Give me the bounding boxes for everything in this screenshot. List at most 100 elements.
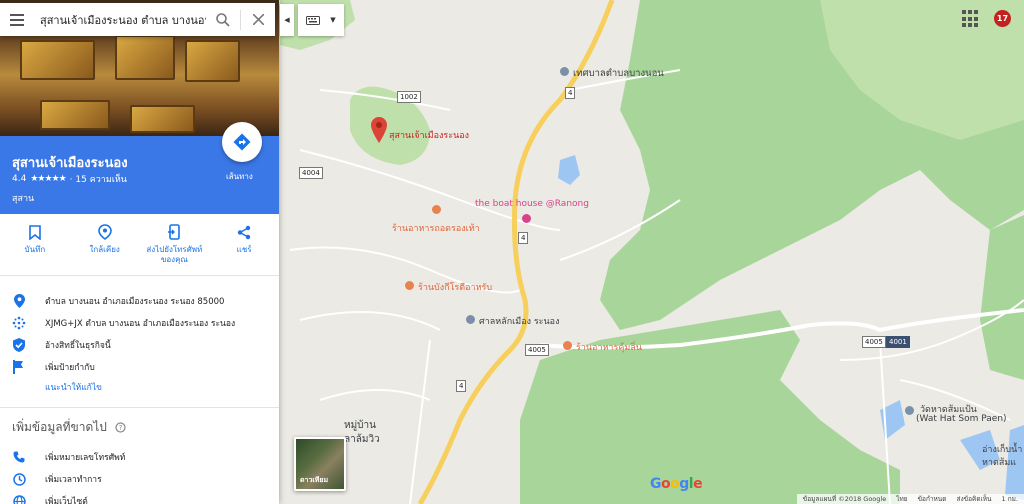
notifications-badge[interactable]: 17 — [994, 10, 1011, 27]
apps-grid-icon[interactable] — [962, 10, 980, 28]
rating-value: 4.4 — [12, 174, 27, 184]
place-category[interactable]: สุสาน — [12, 191, 34, 205]
save-button[interactable]: บันทึก — [0, 214, 70, 275]
send-to-phone-label: ส่งไปยังโทรศัพท์ ของคุณ — [146, 245, 203, 264]
verified-shield-icon — [12, 338, 26, 352]
restaurant-icon — [432, 205, 441, 214]
map-label-village-1[interactable]: หมู่บ้าน — [344, 418, 376, 433]
add-website-row[interactable]: เพิ่มเว็บไซต์ — [0, 490, 279, 504]
place-panel: สุสานเจ้าเมืองระนอง ตำบล บางนอน สุสานเจ้… — [0, 0, 279, 504]
close-icon[interactable] — [241, 3, 275, 36]
bookmark-icon — [27, 224, 43, 240]
feedback-link[interactable]: ส่งข้อคิดเห็น — [956, 494, 991, 504]
satellite-toggle[interactable]: ดาวเทียม — [294, 437, 346, 491]
road-shield: 4001 — [886, 336, 910, 348]
save-label: บันทึก — [24, 245, 46, 254]
svg-text:?: ? — [119, 424, 123, 432]
directions-label[interactable]: เส้นทาง — [226, 170, 253, 183]
phone-icon — [12, 450, 26, 464]
share-label: แชร์ — [236, 245, 252, 254]
nearby-icon — [97, 224, 113, 240]
directions-button[interactable] — [222, 122, 262, 162]
search-box: สุสานเจ้าเมืองระนอง ตำบล บางนอน — [0, 3, 275, 36]
info-section: ตำบล บางนอน อำเภอเมืองระนอง ระนอง 85000 … — [0, 290, 279, 398]
road-shield: 1002 — [397, 91, 421, 103]
claim-row[interactable]: อ้างสิทธิ์ในธุรกิจนี้ — [0, 334, 279, 356]
map-label-village-2[interactable]: ลาล้มวิว — [344, 432, 380, 447]
chevron-left-icon: ◀ — [284, 16, 290, 24]
place-title: สุสานเจ้าเมืองระนอง — [12, 156, 128, 171]
send-to-phone-icon — [166, 224, 182, 240]
add-hours-text: เพิ่มเวลาทำการ — [45, 475, 102, 485]
help-icon[interactable]: ? — [115, 422, 126, 433]
road-shield: 4 — [565, 87, 576, 99]
globe-icon — [12, 494, 26, 504]
map-pin-icon[interactable] — [371, 117, 387, 143]
label-row[interactable]: เพิ่มป้ายกำกับ — [0, 356, 279, 378]
search-icon[interactable] — [206, 3, 240, 36]
add-phone-text: เพิ่มหมายเลขโทรศัพท์ — [45, 453, 126, 463]
shrine-icon — [466, 315, 475, 324]
share-icon — [236, 224, 252, 240]
map-label-temple-en[interactable]: (Wat Hat Som Paen) — [916, 414, 1007, 424]
rating-stars: ★★★★★ — [30, 174, 66, 184]
location-pin-icon — [12, 294, 26, 308]
map-label-place[interactable]: สุสานเจ้าเมืองระนอง — [389, 128, 469, 142]
map-label-shrine[interactable]: ศาลหลักเมือง ระนอง — [479, 314, 559, 328]
photo-detail — [40, 100, 110, 130]
address-row[interactable]: ตำบล บางนอน อำเภอเมืองระนอง ระนอง 85000 — [0, 290, 279, 312]
missing-info-title: เพิ่มข้อมูลที่ขาดไป — [12, 420, 107, 434]
map-label-restaurant-3[interactable]: ร้านอาหารคุ้มลิ่น — [576, 340, 642, 354]
google-logo: Google — [650, 476, 703, 492]
map-label-beach-2[interactable]: หาดส้มแ — [982, 455, 1016, 469]
photo-detail — [115, 35, 175, 80]
satellite-label: ดาวเทียม — [300, 476, 329, 484]
map-label-restaurant-1[interactable]: ร้านอาหารถอดรองเท้า — [392, 221, 480, 235]
map-footer: ข้อมูลแผนที่ ©2018 Google ไทย ข้อกำหนด ส… — [796, 494, 1024, 504]
keyboard-icon — [306, 15, 321, 25]
nearby-button[interactable]: ใกล้เคียง — [70, 214, 140, 275]
rating-row: 4.4 ★★★★★ · 15 ความเห็น — [12, 172, 127, 186]
add-hours-row[interactable]: เพิ่มเวลาทำการ — [0, 468, 279, 490]
plus-code-icon — [12, 316, 26, 330]
terms-link[interactable]: ข้อกำหนด — [918, 494, 947, 504]
root: สุสานเจ้าเมืองระนอง เทศบาลตำบลบางนอน the… — [0, 0, 1024, 504]
collapse-panel-button[interactable]: ◀ — [280, 4, 294, 36]
add-website-text: เพิ่มเว็บไซต์ — [45, 497, 88, 504]
missing-info-heading: เพิ่มข้อมูลที่ขาดไป ? — [0, 407, 279, 447]
photo-detail — [20, 40, 95, 80]
suggest-edit-link[interactable]: แนะนำให้แก้ไข — [0, 378, 279, 398]
address-text: ตำบล บางนอน อำเภอเมืองระนอง ระนอง 85000 — [45, 297, 225, 307]
language-link[interactable]: ไทย — [896, 494, 907, 504]
add-phone-row[interactable]: เพิ่มหมายเลขโทรศัพท์ — [0, 446, 279, 468]
flag-icon — [12, 360, 26, 374]
photo-detail — [130, 105, 195, 133]
scale-label[interactable]: 1 กม. — [1002, 494, 1019, 504]
road-shield: 4005 — [862, 336, 886, 348]
plus-code-row[interactable]: XJMG+JX ตำบล บางนอน อำเภอเมืองระนอง ระนอ… — [0, 312, 279, 334]
directions-icon — [233, 133, 251, 151]
map-label-beach-1[interactable]: อ่างเก็บน้ำ — [982, 442, 1022, 456]
map-label-boat-house[interactable]: the boat house @Ranong — [475, 199, 589, 209]
reviews-link[interactable]: · 15 ความเห็น — [70, 172, 127, 186]
send-to-phone-button[interactable]: ส่งไปยังโทรศัพท์ ของคุณ — [140, 214, 210, 275]
restaurant-icon — [405, 281, 414, 290]
input-tools-button[interactable]: ▼ — [298, 4, 344, 36]
share-button[interactable]: แชร์ — [209, 214, 279, 275]
clock-icon — [12, 472, 26, 486]
map-label-restaurant-2[interactable]: ร้านบังกีโรตีอาหรับ — [418, 280, 492, 294]
plus-code-text: XJMG+JX ตำบล บางนอน อำเภอเมืองระนอง ระนอ… — [45, 319, 236, 329]
chevron-down-icon: ▼ — [330, 16, 336, 24]
map-label-municipality[interactable]: เทศบาลตำบลบางนอน — [573, 66, 664, 81]
boat-house-icon — [522, 214, 531, 223]
road-shield: 4005 — [525, 344, 549, 356]
missing-info-list: เพิ่มหมายเลขโทรศัพท์ เพิ่มเวลาทำการ เพิ่… — [0, 446, 279, 504]
menu-icon[interactable] — [0, 3, 34, 36]
search-input[interactable]: สุสานเจ้าเมืองระนอง ตำบล บางนอน — [34, 11, 206, 29]
map-data-attribution: ข้อมูลแผนที่ ©2018 Google — [802, 495, 887, 503]
action-bar: บันทึก ใกล้เคียง ส่งไปยังโทรศัพท์ ของคุณ… — [0, 214, 279, 276]
claim-text: อ้างสิทธิ์ในธุรกิจนี้ — [45, 341, 111, 351]
place-header: สุสานเจ้าเมืองระนอง 4.4 ★★★★★ · 15 ความเ… — [0, 122, 279, 214]
photo-detail — [185, 40, 240, 82]
municipality-icon — [560, 67, 569, 76]
